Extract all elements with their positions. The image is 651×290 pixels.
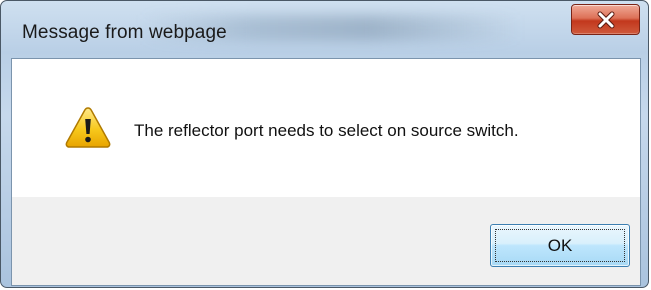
- warning-icon: [65, 107, 111, 148]
- close-button[interactable]: [571, 4, 640, 35]
- close-icon: [597, 11, 615, 29]
- dialog-window: Message from webpage The reflector port …: [0, 0, 649, 288]
- ok-button-label: OK: [495, 229, 625, 262]
- dialog-content: The reflector port needs to select on so…: [11, 58, 641, 286]
- ok-button[interactable]: OK: [490, 224, 630, 267]
- button-bar: OK: [12, 197, 640, 285]
- window-title: Message from webpage: [22, 22, 227, 43]
- message-area: The reflector port needs to select on so…: [12, 59, 640, 197]
- title-bar[interactable]: Message from webpage: [1, 1, 648, 58]
- message-text: The reflector port needs to select on so…: [134, 121, 519, 140]
